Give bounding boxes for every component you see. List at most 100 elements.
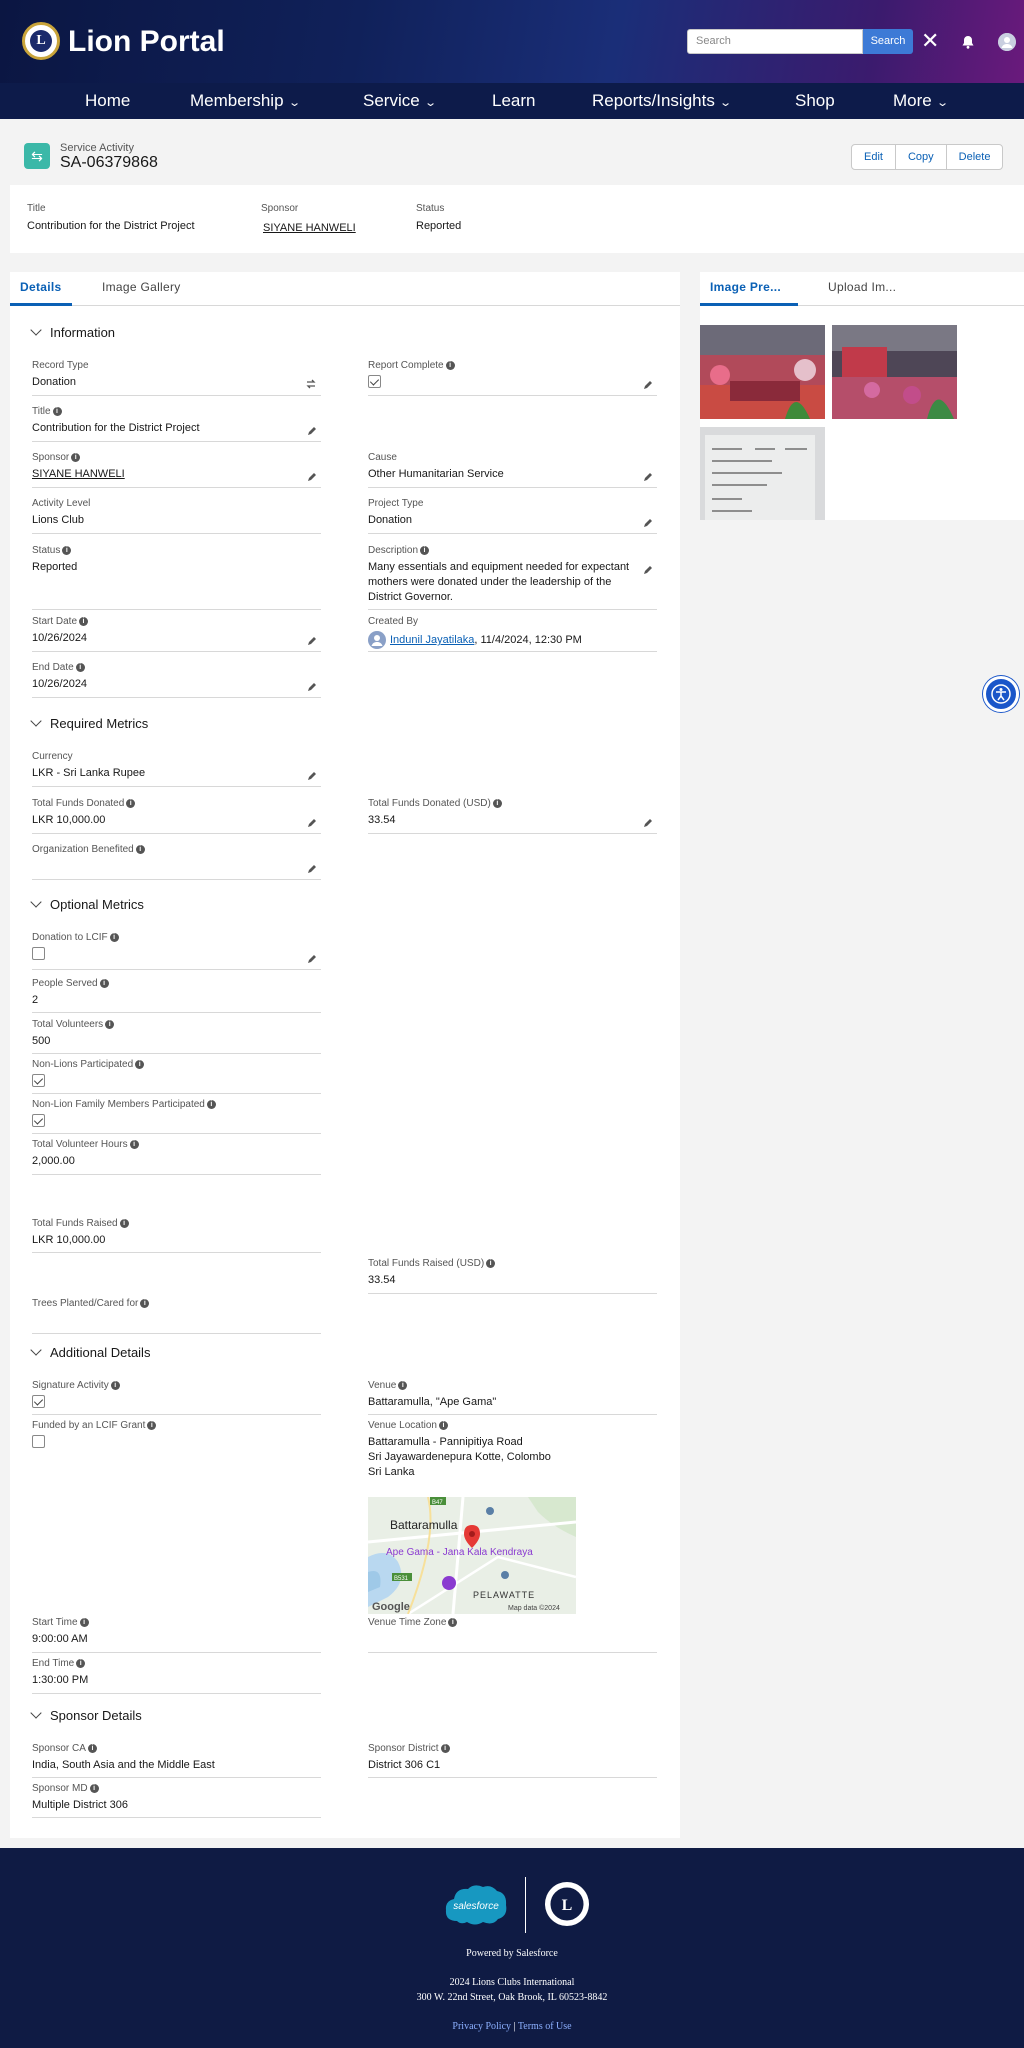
pencil-icon[interactable] — [643, 472, 653, 482]
info-icon[interactable]: i — [448, 1617, 458, 1627]
sponsor-link[interactable]: SIYANE HANWELI — [32, 467, 321, 482]
info-icon[interactable]: i — [398, 1380, 408, 1390]
image-thumbnail[interactable] — [700, 427, 825, 520]
info-icon[interactable]: i — [89, 1783, 99, 1793]
user-avatar-icon[interactable] — [998, 33, 1016, 51]
info-icon[interactable]: i — [135, 844, 145, 854]
section-sponsor-details[interactable]: Sponsor Details — [30, 1707, 142, 1723]
info-icon[interactable]: i — [105, 1019, 115, 1029]
highlight-sponsor-link[interactable]: SIYANE HANWELI — [263, 222, 356, 234]
info-icon[interactable]: i — [79, 616, 89, 626]
copyright-text: 2024 Lions Clubs International — [449, 1977, 575, 1988]
info-icon[interactable]: i — [140, 1298, 150, 1308]
info-icon[interactable]: i — [135, 1059, 145, 1069]
pencil-icon[interactable] — [307, 636, 317, 646]
info-icon[interactable]: i — [147, 1420, 157, 1430]
privacy-policy-link[interactable]: Privacy Policy — [452, 2021, 511, 2032]
event-photo-2 — [832, 325, 957, 419]
donation-lcif-checkbox[interactable] — [32, 947, 45, 960]
signature-activity-checkbox[interactable] — [32, 1395, 45, 1408]
venue-map[interactable]: B47 B531 Battaramulla Ape Gama - Jana Ka… — [368, 1497, 576, 1614]
search-button[interactable]: Search — [863, 29, 913, 54]
field-trees-planted: Trees Planted/Cared for i — [32, 1298, 321, 1334]
accessibility-button[interactable] — [983, 676, 1019, 712]
image-thumbnail[interactable] — [700, 325, 825, 419]
nav-service[interactable]: Service ⌄ — [363, 83, 437, 119]
info-icon[interactable]: i — [52, 406, 62, 416]
info-icon[interactable]: i — [99, 978, 109, 988]
section-information[interactable]: Information — [30, 324, 115, 340]
created-by-link[interactable]: Indunil Jayatilaka — [390, 634, 474, 646]
info-icon[interactable]: i — [110, 1380, 120, 1390]
bell-icon[interactable] — [961, 35, 975, 49]
info-icon[interactable]: i — [420, 545, 430, 555]
venue-location-link[interactable]: Battaramulla - Pannipitiya Road Sri Jayaw… — [368, 1435, 657, 1480]
info-icon[interactable]: i — [445, 360, 455, 370]
salesforce-logo[interactable]: salesforce — [443, 1881, 509, 1927]
info-icon[interactable]: i — [75, 662, 85, 672]
pencil-icon[interactable] — [307, 864, 317, 874]
nav-home[interactable]: Home — [85, 83, 130, 119]
field-total-volunteers: Total Volunteers i 500 — [32, 1019, 321, 1054]
field-signature-activity: Signature Activity i — [32, 1380, 321, 1415]
highlight-title-value: Contribution for the District Project — [27, 220, 195, 232]
nav-shop[interactable]: Shop — [795, 83, 835, 119]
svg-text:B531: B531 — [394, 1576, 409, 1582]
info-icon[interactable]: i — [440, 1743, 450, 1753]
tab-image-preview[interactable]: Image Pre... — [710, 280, 781, 294]
info-icon[interactable]: i — [87, 1743, 97, 1753]
pencil-icon[interactable] — [643, 380, 653, 390]
info-icon[interactable]: i — [79, 1617, 89, 1627]
delete-button[interactable]: Delete — [947, 145, 1003, 169]
section-required-metrics[interactable]: Required Metrics — [30, 715, 148, 731]
info-icon[interactable]: i — [62, 545, 72, 555]
tab-upload-image[interactable]: Upload Im... — [828, 280, 896, 294]
portal-title[interactable]: Lion Portal — [68, 25, 225, 59]
info-icon[interactable]: i — [119, 1218, 129, 1228]
pencil-icon[interactable] — [307, 426, 317, 436]
info-icon[interactable]: i — [109, 932, 119, 942]
info-icon[interactable]: i — [71, 452, 81, 462]
pencil-icon[interactable] — [643, 518, 653, 528]
close-icon[interactable]: ✕ — [921, 28, 939, 54]
pencil-icon[interactable] — [307, 954, 317, 964]
tab-image-gallery[interactable]: Image Gallery — [102, 280, 181, 294]
lions-logo[interactable]: L — [22, 22, 60, 60]
section-additional-details[interactable]: Additional Details — [30, 1344, 150, 1360]
terms-of-use-link[interactable]: Terms of Use — [518, 2021, 572, 2032]
search-input[interactable]: Search — [687, 29, 863, 54]
pencil-icon[interactable] — [307, 472, 317, 482]
info-icon[interactable]: i — [206, 1099, 216, 1109]
top-header: L Lion Portal Search Search ✕ — [0, 0, 1024, 83]
edit-button[interactable]: Edit — [852, 145, 896, 169]
change-record-type-icon[interactable] — [305, 378, 317, 390]
section-optional-metrics[interactable]: Optional Metrics — [30, 896, 144, 912]
nav-membership[interactable]: Membership ⌄ — [190, 83, 301, 119]
info-icon[interactable]: i — [492, 798, 502, 808]
image-thumbnail[interactable] — [832, 325, 957, 419]
field-activity-level: Activity Level Lions Club — [32, 498, 321, 534]
nav-more[interactable]: More ⌄ — [893, 83, 949, 119]
info-icon[interactable]: i — [438, 1420, 448, 1430]
svg-text:B47: B47 — [432, 1500, 443, 1506]
non-lion-family-checkbox[interactable] — [32, 1114, 45, 1127]
pencil-icon[interactable] — [643, 565, 653, 575]
report-complete-checkbox[interactable] — [368, 375, 381, 388]
info-icon[interactable]: i — [129, 1139, 139, 1149]
info-icon[interactable]: i — [76, 1658, 86, 1668]
pencil-icon[interactable] — [307, 682, 317, 692]
pencil-icon[interactable] — [307, 818, 317, 828]
pencil-icon[interactable] — [643, 818, 653, 828]
nav-reports[interactable]: Reports/Insights ⌄ — [592, 83, 732, 119]
non-lions-checkbox[interactable] — [32, 1074, 45, 1087]
field-non-lion-family: Non-Lion Family Members Participated i — [32, 1099, 321, 1134]
info-icon[interactable]: i — [126, 798, 136, 808]
lions-clubs-logo[interactable]: L — [543, 1880, 591, 1928]
tab-details[interactable]: Details — [20, 280, 61, 294]
funded-lcif-checkbox[interactable] — [32, 1435, 45, 1448]
pencil-icon[interactable] — [307, 771, 317, 781]
copy-button[interactable]: Copy — [896, 145, 947, 169]
field-sponsor-ca: Sponsor CA i India, South Asia and the Mid… — [32, 1743, 321, 1778]
nav-learn[interactable]: Learn — [492, 83, 535, 119]
info-icon[interactable]: i — [486, 1258, 496, 1268]
